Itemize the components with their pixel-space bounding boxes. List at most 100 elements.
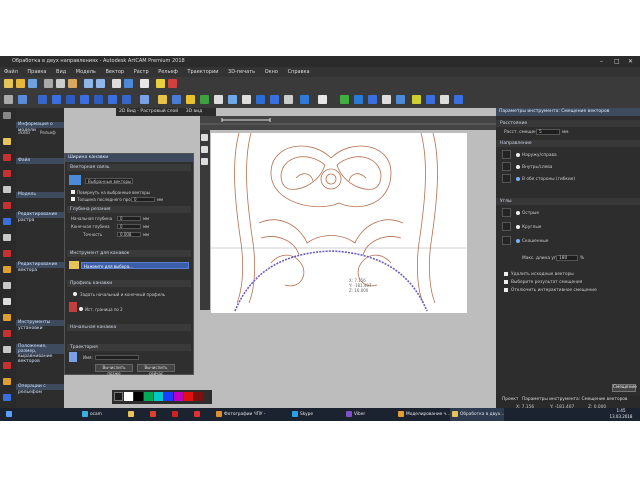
select-icon[interactable]	[201, 134, 208, 141]
grid-icon[interactable]	[112, 79, 121, 88]
menu-edit[interactable]: Правка	[27, 69, 46, 75]
minimize-button[interactable]: –	[600, 56, 603, 67]
view-right-icon[interactable]	[80, 95, 89, 104]
section-corners[interactable]: Углы	[496, 198, 640, 205]
stop-icon[interactable]	[168, 79, 177, 88]
star-tool-icon[interactable]	[3, 250, 11, 257]
clock[interactable]: 1:45 13.03.2018	[604, 408, 638, 420]
measure-icon[interactable]	[440, 95, 449, 104]
bitmap-icon[interactable]	[228, 95, 237, 104]
section-direction[interactable]: Направление	[496, 140, 640, 147]
vector-select[interactable]: Выбранные векторы	[85, 178, 133, 184]
swatch-red[interactable]	[184, 392, 193, 401]
zoom-tool-icon[interactable]	[3, 112, 11, 119]
maximize-button[interactable]: □	[614, 56, 620, 67]
swatch-black[interactable]	[134, 392, 143, 401]
view-top-icon[interactable]	[52, 95, 61, 104]
move-tool-icon[interactable]	[3, 346, 11, 353]
text-tool-icon[interactable]	[3, 298, 11, 305]
texture-icon[interactable]	[270, 95, 279, 104]
swatch-magenta[interactable]	[174, 392, 183, 401]
taskbar-media[interactable]	[192, 408, 202, 421]
view-left-icon[interactable]	[108, 95, 117, 104]
checkbox-rotate[interactable]	[71, 190, 75, 194]
view-bottom-icon[interactable]	[122, 95, 131, 104]
zoom-icon[interactable]	[4, 95, 13, 104]
drop-tool-icon[interactable]	[3, 314, 11, 321]
swatch-cyan[interactable]	[154, 392, 163, 401]
menu-toolpaths[interactable]: Траектории	[187, 69, 218, 75]
toolpath-icon[interactable]	[200, 95, 209, 104]
polygon-tool-icon[interactable]	[3, 266, 11, 273]
copy-icon[interactable]	[56, 79, 65, 88]
shade-icon[interactable]	[140, 95, 149, 104]
taskbar-ocam[interactable]: ocam	[80, 408, 102, 421]
view-back-icon[interactable]	[94, 95, 103, 104]
radio-outward[interactable]	[516, 153, 520, 157]
offset-tool-icon[interactable]	[3, 362, 11, 369]
selected-vector[interactable]	[234, 250, 428, 312]
ruler-icon[interactable]	[156, 79, 165, 88]
color-icon[interactable]	[242, 95, 251, 104]
file-tool-icon[interactable]	[3, 138, 11, 145]
hand-tool-icon[interactable]	[3, 186, 11, 193]
section-groove-profile[interactable]: Профиль канавки	[67, 280, 191, 287]
radio-sharp[interactable]	[516, 211, 520, 215]
toolbar-dropdown-icon[interactable]	[140, 79, 149, 88]
undo-icon[interactable]	[84, 79, 93, 88]
menu-help[interactable]: Справка	[288, 69, 310, 75]
close-button[interactable]: ✕	[628, 56, 633, 67]
radio-chamfer[interactable]	[516, 239, 520, 243]
taskbar-viber[interactable]: Viber	[344, 408, 365, 421]
cube-icon[interactable]	[396, 95, 405, 104]
swatch-dark-red[interactable]	[194, 392, 203, 401]
taskbar-folder[interactable]	[126, 408, 136, 421]
layers-icon[interactable]	[124, 79, 133, 88]
mesh-icon[interactable]	[284, 95, 293, 104]
menu-window[interactable]: Окно	[265, 69, 278, 75]
node-edit-icon[interactable]	[201, 146, 208, 153]
section-distance[interactable]: Расстояние	[496, 120, 640, 127]
cylinder-icon[interactable]	[426, 95, 435, 104]
sculpt-icon[interactable]	[300, 95, 309, 104]
radio-profile-2[interactable]	[79, 307, 83, 311]
swatch-blue[interactable]	[164, 392, 173, 401]
swatch-white[interactable]	[124, 392, 133, 401]
taskbar-skype[interactable]: Skype	[290, 408, 313, 421]
add-icon[interactable]	[340, 95, 349, 104]
taskbar-opera[interactable]	[170, 408, 180, 421]
distance-input[interactable]: 5	[536, 129, 560, 135]
tolerance-input[interactable]: 0.008	[117, 232, 141, 237]
taskbar-chrome[interactable]	[148, 408, 158, 421]
snowflake-icon[interactable]	[318, 95, 327, 104]
menu-model[interactable]: Модель	[76, 69, 96, 75]
open-folder-icon[interactable]	[16, 79, 25, 88]
light-icon[interactable]	[158, 95, 167, 104]
brush-tool-icon[interactable]	[3, 378, 11, 385]
swatch-green[interactable]	[144, 392, 153, 401]
section-groove-tool[interactable]: Инструмент для канавок	[67, 250, 191, 257]
shape-tool-icon[interactable]	[3, 170, 11, 177]
taskbar-modeling[interactable]: Моделирование ч...	[396, 408, 450, 421]
last-pass-input[interactable]: 0	[131, 197, 155, 202]
fill-tool-icon[interactable]	[3, 218, 11, 225]
tool-select-button[interactable]: Нажмите для выбора...	[81, 262, 189, 269]
checkbox-disable-interactive[interactable]	[504, 288, 508, 292]
start-depth-input[interactable]: 0	[117, 216, 141, 221]
menu-3dprint[interactable]: 3D-печать	[228, 69, 255, 75]
zoom-fit-icon[interactable]	[18, 95, 27, 104]
line-tool-icon[interactable]	[3, 202, 11, 209]
menu-relief[interactable]: Рельеф	[158, 69, 178, 75]
tab-tool-params[interactable]: Параметры инструмента: Смещение векторов	[522, 396, 627, 404]
paste-icon[interactable]	[68, 79, 77, 88]
box-icon[interactable]	[382, 95, 391, 104]
rect-tool-icon[interactable]	[3, 234, 11, 241]
circle-tool-icon[interactable]	[3, 282, 11, 289]
swatch-none[interactable]	[114, 392, 123, 401]
compute-now-button[interactable]: Вычислить сейчас	[137, 364, 175, 376]
view-iso-icon[interactable]	[38, 95, 47, 104]
tab-project[interactable]: Проект	[502, 396, 518, 404]
taskbar-photos[interactable]: Фотографии ЧПУ -	[214, 408, 265, 421]
tab-2d-view[interactable]: 2D Вид - Растровый слой	[116, 108, 181, 116]
relief-tool-icon[interactable]	[3, 394, 11, 401]
